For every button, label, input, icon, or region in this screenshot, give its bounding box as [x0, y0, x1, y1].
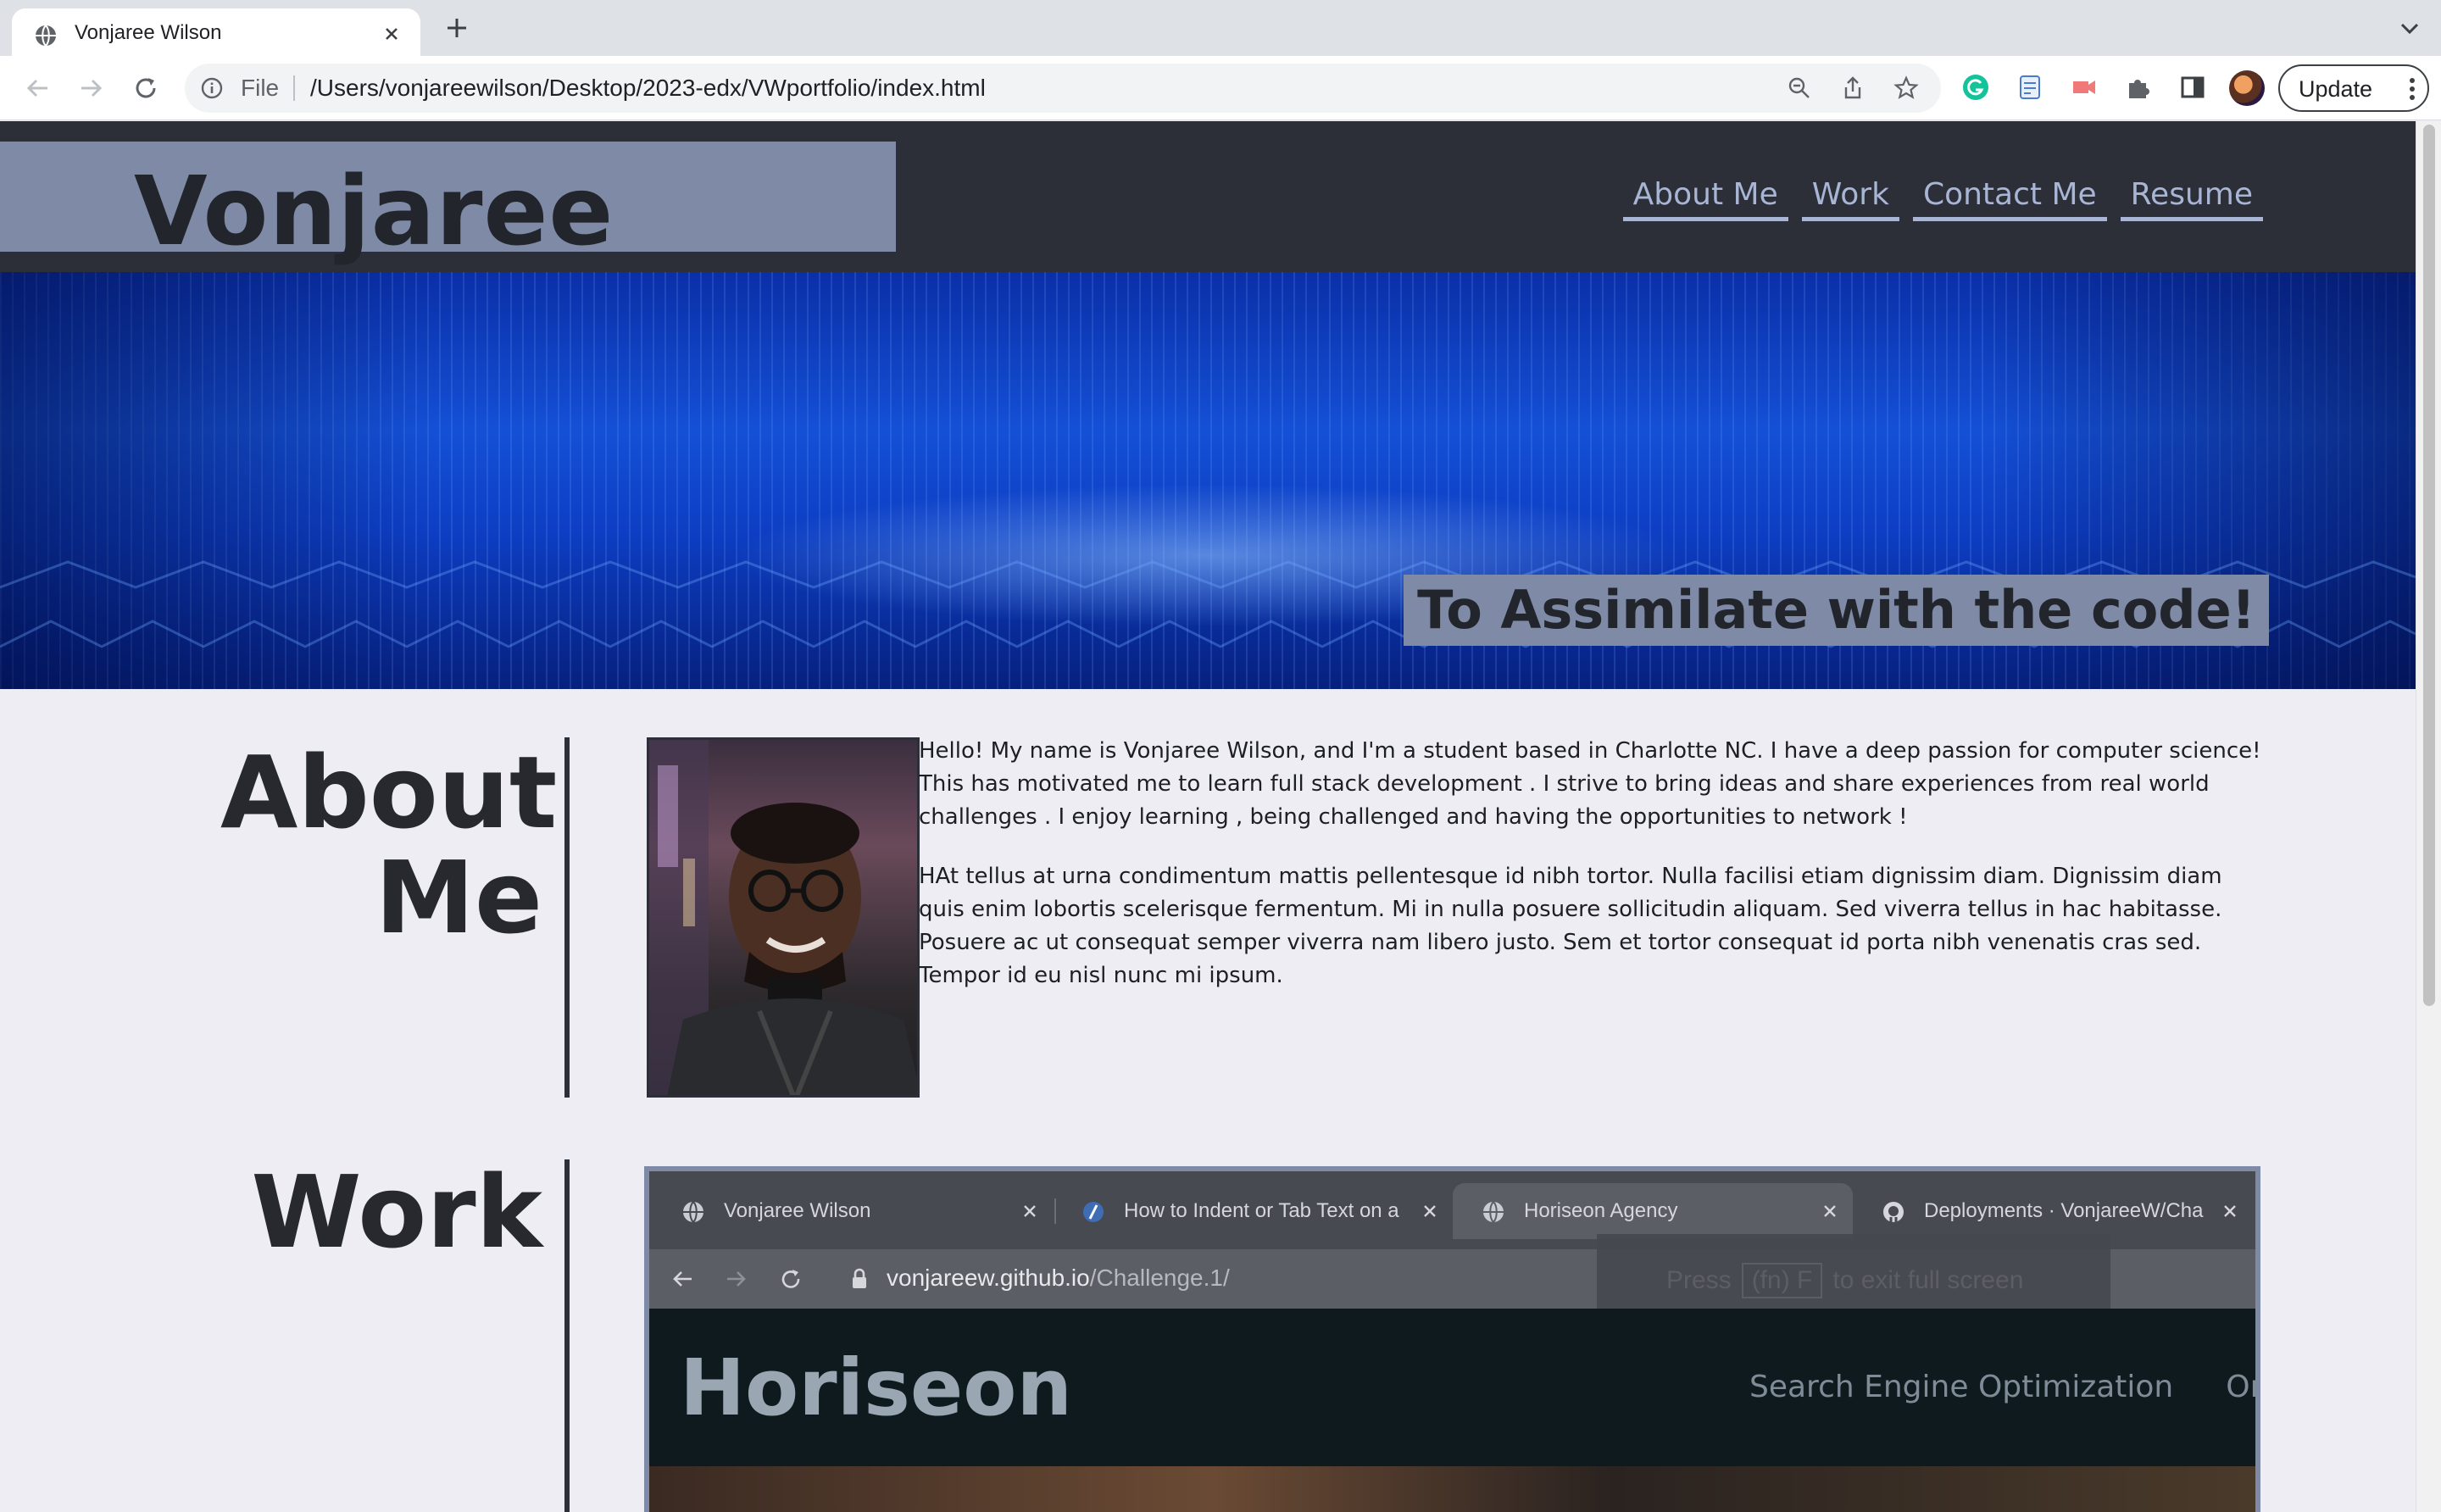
browser-tab[interactable]: Vonjaree Wilson: [12, 8, 420, 58]
screenshot-tab-4: Deployments · VonjareeW/Cha: [1853, 1183, 2253, 1239]
screenshot-nav: Search Engine Optimization Online: [1749, 1370, 2255, 1404]
about-paragraph-1: Hello! My name is Vonjaree Wilson, and I…: [919, 738, 2261, 830]
exit-fullscreen-pre: Press: [1666, 1266, 1732, 1294]
exit-fullscreen-text: Press (fn) F to exit full screen: [1666, 1263, 2023, 1298]
exit-fullscreen-post: to exit full screen: [1832, 1266, 2024, 1294]
close-icon: [1824, 1205, 1836, 1217]
new-tab-icon[interactable]: [442, 14, 471, 42]
grammarly-extension-icon[interactable]: [1961, 73, 1990, 102]
update-button-label: Update: [2299, 76, 2373, 102]
about-heading-line1: About: [220, 734, 558, 851]
more-vert-icon[interactable]: [2409, 77, 2416, 101]
globe-icon: [36, 25, 56, 47]
info-icon[interactable]: [200, 76, 224, 100]
work-project-screenshot[interactable]: Vonjaree Wilson How to Indent or Tab Tex…: [644, 1166, 2260, 1512]
side-panel-icon[interactable]: [2178, 73, 2207, 102]
hero-banner: To Assimilate with the code!: [0, 272, 2416, 689]
hero-tagline-box: To Assimilate with the code!: [1404, 575, 2269, 646]
nav-link-contact-me[interactable]: Contact Me: [1912, 177, 2107, 221]
globe-icon: [1483, 1201, 1504, 1223]
share-icon[interactable]: [1840, 75, 1866, 101]
screenshot-url-path: /Challenge.1/: [1089, 1265, 1230, 1291]
close-icon: [1024, 1205, 1036, 1217]
screenshot-tab-1-title: Vonjaree Wilson: [724, 1199, 871, 1222]
site-header: Vonjaree Wilson About Me Work Contact Me…: [0, 121, 2416, 377]
page-viewport: Vonjaree Wilson About Me Work Contact Me…: [0, 121, 2416, 1512]
zoom-icon[interactable]: [1787, 75, 1812, 101]
url-separator: [293, 75, 295, 101]
screenshot-nav-item: Search Engine Optimization: [1749, 1370, 2174, 1404]
nav-link-resume[interactable]: Resume: [2120, 177, 2263, 221]
about-text: Hello! My name is Vonjaree Wilson, and I…: [919, 735, 2266, 1019]
about-heading-line2: Me: [375, 839, 542, 956]
update-button[interactable]: Update: [2278, 64, 2429, 112]
exit-fullscreen-key: (fn) F: [1741, 1263, 1823, 1298]
chevron-down-icon[interactable]: [2399, 19, 2421, 37]
record-extension-icon[interactable]: [2070, 73, 2099, 102]
close-tab-icon[interactable]: [380, 22, 403, 46]
browser-toolbar: File /Users/vonjareewilson/Desktop/2023-…: [0, 56, 2441, 120]
screenshot-tab-2: How to Indent or Tab Text on a: [1053, 1183, 1453, 1239]
screenshot-tab-4-title: Deployments · VonjareeW/Cha: [1924, 1199, 2204, 1222]
hero-tagline: To Assimilate with the code!: [1417, 579, 2255, 641]
site-title-box: Vonjaree Wilson: [0, 142, 896, 377]
screenshot-tab-3-title: Horiseon Agency: [1524, 1199, 1678, 1222]
puzzle-extensions-icon[interactable]: [2124, 73, 2153, 102]
scrollbar-thumb[interactable]: [2423, 125, 2435, 1006]
nav-link-work[interactable]: Work: [1801, 177, 1899, 221]
url-scheme-label: File: [241, 75, 280, 101]
lock-icon: [853, 1268, 866, 1288]
about-paragraph-2: HAt tellus at urna condimentum mattis pe…: [919, 864, 2222, 988]
browser-tab-title: Vonjaree Wilson: [75, 21, 222, 44]
page-scrollbar[interactable]: [2416, 121, 2441, 1512]
site-favicon-icon: [1083, 1202, 1104, 1222]
back-arrow-icon: [673, 1271, 692, 1287]
screenshot-url: vonjareew.github.io/Challenge.1/: [887, 1265, 1230, 1292]
reload-icon[interactable]: [131, 73, 161, 103]
back-arrow-icon[interactable]: [22, 73, 53, 103]
address-bar[interactable]: File /Users/vonjareewilson/Desktop/2023-…: [185, 64, 1941, 113]
about-heading: About Me: [220, 740, 557, 950]
screenshot-hero-image: [649, 1466, 2255, 1512]
browser-tab-strip: Vonjaree Wilson: [0, 0, 2441, 58]
close-icon: [1424, 1205, 1436, 1217]
forward-arrow-icon[interactable]: [76, 73, 107, 103]
url-text[interactable]: /Users/vonjareewilson/Desktop/2023-edx/V…: [310, 75, 986, 102]
nav-link-about-me[interactable]: About Me: [1622, 177, 1788, 221]
screenshot-url-host: vonjareew.github.io: [887, 1265, 1090, 1291]
screenshot-tab-3: Horiseon Agency: [1453, 1183, 1853, 1239]
github-icon: [1883, 1202, 1904, 1222]
profile-photo-image: [649, 740, 917, 1095]
reload-icon: [781, 1270, 800, 1288]
about-divider: [564, 737, 570, 1098]
screenshot-tab-1: Vonjaree Wilson: [653, 1183, 1056, 1239]
notes-extension-icon[interactable]: [2016, 73, 2044, 102]
screenshot-nav-item: Online: [2226, 1370, 2255, 1404]
close-icon: [2224, 1205, 2236, 1217]
profile-photo: [647, 737, 920, 1098]
forward-arrow-icon: [727, 1271, 746, 1287]
site-nav: About Me Work Contact Me Resume: [1622, 177, 2263, 221]
profile-avatar[interactable]: [2229, 70, 2265, 106]
horiseon-logo: Horiseon: [680, 1342, 1072, 1433]
screenshot-tab-2-title: How to Indent or Tab Text on a: [1124, 1199, 1399, 1222]
bookmark-star-icon[interactable]: [1893, 75, 1919, 101]
work-divider: [564, 1159, 570, 1512]
screenshot-page-header: Horiseon Search Engine Optimization Onlin…: [649, 1309, 2255, 1466]
globe-icon: [683, 1201, 703, 1223]
work-heading: Work: [251, 1153, 542, 1270]
